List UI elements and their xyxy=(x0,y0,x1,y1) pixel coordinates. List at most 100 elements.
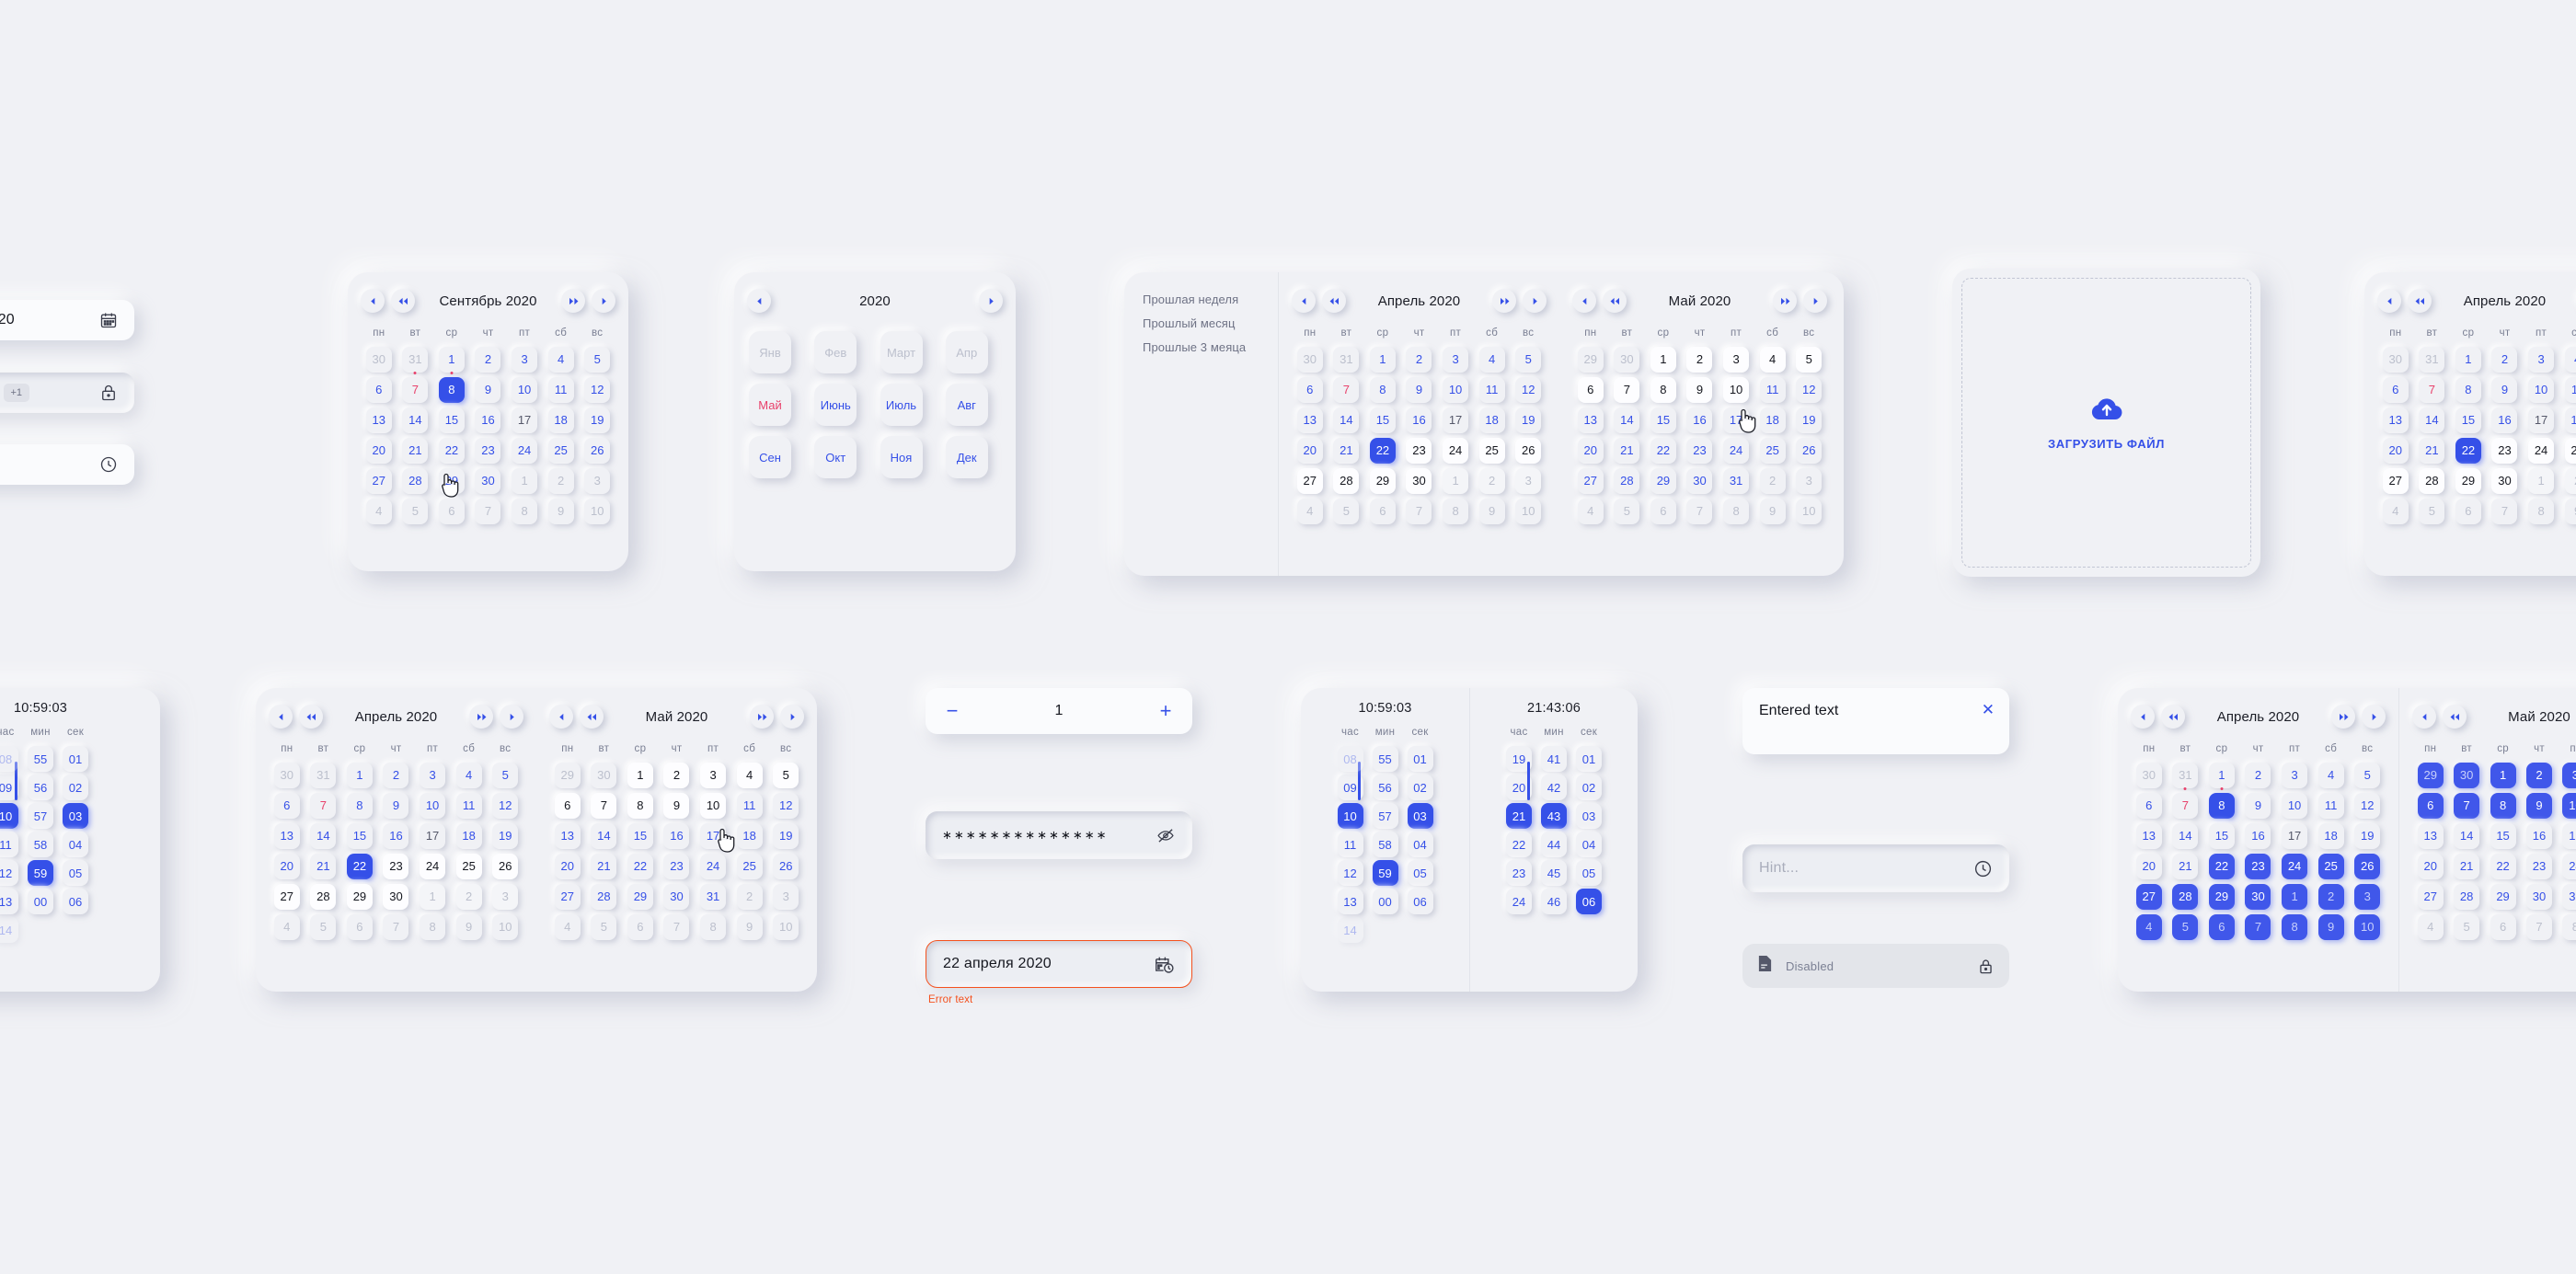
day-cell[interactable]: 18 xyxy=(547,407,574,433)
day-cell[interactable]: 4 xyxy=(554,913,581,940)
range-preset-item[interactable]: Прошлые 3 меяца xyxy=(1143,340,1259,354)
day-cell[interactable]: 9 xyxy=(1478,498,1505,524)
calendar-grid[interactable]: пнвтсрчтптсбвс30311234567891011121314151… xyxy=(2131,743,2386,942)
day-cell[interactable]: 10 xyxy=(2282,792,2308,819)
range-preset-item[interactable]: Прошлая неделя xyxy=(1143,293,1259,306)
day-cell[interactable]: 6 xyxy=(2417,792,2444,819)
day-cell[interactable]: 15 xyxy=(2208,822,2235,849)
day-cell[interactable]: 17 xyxy=(2562,822,2576,849)
time-cell[interactable]: 10 xyxy=(1337,803,1363,829)
day-cell[interactable]: 7 xyxy=(2419,376,2445,403)
day-cell[interactable]: 1 xyxy=(512,467,538,494)
day-cell[interactable]: 13 xyxy=(365,407,392,433)
next-month-button[interactable] xyxy=(1523,289,1547,313)
day-cell[interactable]: 31 xyxy=(1333,346,1360,373)
next-year-button[interactable] xyxy=(2331,705,2355,729)
day-cell[interactable]: 8 xyxy=(1650,376,1676,403)
day-cell[interactable]: 17 xyxy=(1443,407,1469,433)
day-cell[interactable]: 5 xyxy=(2454,913,2480,940)
day-cell[interactable]: 9 xyxy=(2525,792,2552,819)
month-cell[interactable]: Июль xyxy=(880,384,923,426)
day-cell[interactable]: 11 xyxy=(1478,376,1505,403)
time-cell[interactable]: 00 xyxy=(28,889,53,914)
day-cell[interactable]: 23 xyxy=(2491,437,2518,464)
time-cell[interactable]: 01 xyxy=(63,746,88,772)
time-cell[interactable]: 43 xyxy=(1541,803,1567,829)
day-cell[interactable]: 30 xyxy=(365,346,392,373)
minute-list[interactable]: 55 56 57 58 59 00 xyxy=(28,743,53,917)
time-picker-a[interactable]: 10:59:03 час 08 09 10 11 12 13 14 мин 55 56 57 58… xyxy=(1301,688,1469,992)
day-cell[interactable]: 16 xyxy=(1686,407,1713,433)
day-cell[interactable]: 29 xyxy=(2455,467,2481,494)
day-cell[interactable]: 6 xyxy=(346,913,373,940)
day-cell[interactable]: 25 xyxy=(2564,437,2576,464)
password-field[interactable]: ∗∗∗∗∗∗∗∗∗∗∗∗∗∗ xyxy=(926,811,1192,859)
clock-icon[interactable] xyxy=(99,455,118,474)
day-cell[interactable]: 9 xyxy=(1759,498,1786,524)
day-cell[interactable]: 4 xyxy=(365,498,392,524)
day-cell[interactable]: 20 xyxy=(1577,437,1604,464)
day-cell[interactable]: 15 xyxy=(2455,407,2481,433)
day-cell[interactable]: 1 xyxy=(2528,467,2555,494)
next-month-button[interactable] xyxy=(592,289,615,313)
prev-month-button[interactable] xyxy=(1572,289,1596,313)
day-cell[interactable]: 1 xyxy=(2490,762,2516,788)
stepper-increment-button[interactable]: + xyxy=(1156,701,1176,721)
day-cell[interactable]: 8 xyxy=(346,792,373,819)
stepper-decrement-button[interactable]: − xyxy=(942,701,962,721)
day-cell[interactable]: 27 xyxy=(365,467,392,494)
day-cell[interactable]: 4 xyxy=(1296,498,1323,524)
time-cell[interactable]: 03 xyxy=(1576,803,1602,829)
date-range-panel-bottom-left[interactable]: Апрель 2020 пн вт ср чт пт сб вс 30 31 1 2 3 4 5 6 7 8 9 1… xyxy=(256,688,817,992)
prev-month-button[interactable] xyxy=(361,289,385,313)
day-cell[interactable]: 28 xyxy=(1333,467,1360,494)
month-cell[interactable]: Ноя xyxy=(880,436,923,478)
day-cell[interactable]: 9 xyxy=(2245,792,2271,819)
day-cell[interactable]: 30 xyxy=(2525,883,2552,910)
day-cell[interactable]: 5 xyxy=(310,913,337,940)
next-year-button[interactable] xyxy=(561,289,585,313)
day-cell[interactable]: 28 xyxy=(2419,467,2445,494)
day-cell[interactable]: 3 xyxy=(1723,346,1750,373)
second-column[interactable]: сек 01 02 03 04 05 06 xyxy=(1407,727,1433,946)
day-cell[interactable]: 30 xyxy=(475,467,501,494)
month-cell[interactable]: Июнь xyxy=(814,384,857,426)
day-cell[interactable]: 2 xyxy=(547,467,574,494)
month-cell[interactable]: Дек xyxy=(945,436,988,478)
calendar-grid[interactable]: пнвтсрчтптсбвс29301234567891011121314151… xyxy=(1572,327,1827,526)
day-cell[interactable]: 10 xyxy=(584,498,611,524)
time-cell[interactable]: 14 xyxy=(0,917,18,943)
day-cell[interactable]: 12 xyxy=(1796,376,1823,403)
day-cell[interactable]: 2 xyxy=(475,346,501,373)
day-cell[interactable]: 4 xyxy=(1478,346,1505,373)
day-cell[interactable]: 30 xyxy=(1686,467,1713,494)
day-cell[interactable]: 24 xyxy=(700,853,727,879)
day-cell[interactable]: 6 xyxy=(273,792,300,819)
day-cell[interactable]: 11 xyxy=(2564,376,2576,403)
day-cell[interactable]: 19 xyxy=(584,407,611,433)
second-list[interactable]: 01 02 03 04 05 06 xyxy=(1576,743,1602,917)
day-cell[interactable]: 15 xyxy=(346,822,373,849)
calendar-april-range[interactable]: Апрель 2020 пн вт ср чт пт сб вс 30 31 1 2 3 4 5 6 7 8 9 1… xyxy=(2118,688,2398,992)
day-cell[interactable]: 10 xyxy=(2354,913,2381,940)
day-cell[interactable]: 19 xyxy=(492,822,519,849)
day-cell[interactable]: 24 xyxy=(1443,437,1469,464)
day-cell[interactable]: 17 xyxy=(2282,822,2308,849)
day-cell[interactable]: 3 xyxy=(1515,467,1542,494)
time-cell[interactable]: 08 xyxy=(0,746,18,772)
day-cell[interactable]: 16 xyxy=(383,822,409,849)
day-cell[interactable]: 1 xyxy=(1650,346,1676,373)
day-cell[interactable]: 29 xyxy=(554,762,581,788)
clock-icon[interactable] xyxy=(1973,859,1993,878)
day-cell[interactable]: 29 xyxy=(627,883,653,910)
prev-year-button[interactable] xyxy=(1322,289,1346,313)
month-cell[interactable]: Янв xyxy=(749,331,791,373)
day-cell[interactable]: 25 xyxy=(1759,437,1786,464)
day-cell[interactable]: 20 xyxy=(554,853,581,879)
time-cell[interactable]: 58 xyxy=(1372,832,1398,857)
day-cell[interactable]: 27 xyxy=(1296,467,1323,494)
day-cell[interactable]: 25 xyxy=(547,437,574,464)
day-cell[interactable]: 3 xyxy=(420,762,446,788)
day-cell[interactable]: 4 xyxy=(736,762,763,788)
day-cell[interactable]: 7 xyxy=(2172,786,2199,819)
